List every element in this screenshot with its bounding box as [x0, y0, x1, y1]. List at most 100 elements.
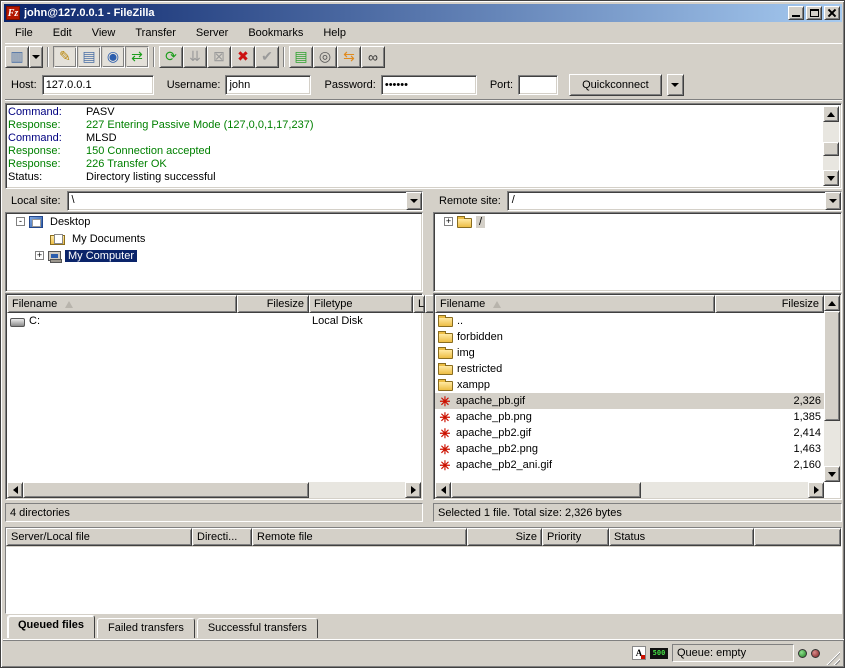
column-header-priority[interactable]: Priority — [542, 528, 609, 546]
window-title: john@127.0.0.1 - FileZilla — [24, 7, 786, 19]
menu-item-help[interactable]: Help — [313, 25, 356, 42]
close-button[interactable] — [824, 6, 840, 20]
file-size-cell: 1,463 — [715, 441, 824, 457]
menu-item-file[interactable]: File — [5, 25, 43, 42]
scrollbar-thumb[interactable] — [451, 482, 641, 498]
refresh-icon[interactable]: ⟳ — [159, 46, 183, 68]
resize-grip[interactable] — [826, 651, 840, 665]
process-queue-icon[interactable]: ⇊ — [183, 46, 207, 68]
scroll-down-icon[interactable] — [823, 170, 839, 186]
column-header-server-local-file[interactable]: Server/Local file — [6, 528, 192, 546]
find-files-icon[interactable]: ∞ — [361, 46, 385, 68]
column-header-remote-file[interactable]: Remote file — [252, 528, 467, 546]
scroll-right-icon[interactable] — [405, 482, 421, 498]
tab-queued-files[interactable]: Queued files — [7, 615, 95, 638]
image-file-icon: ✳ — [438, 443, 452, 456]
file-row[interactable]: forbidden — [435, 329, 824, 345]
local-site-combo[interactable]: \ — [67, 191, 423, 211]
speedlimit-indicator-icon: 500 — [650, 648, 668, 659]
file-row[interactable]: xampp — [435, 377, 824, 393]
scroll-left-icon[interactable] — [435, 482, 451, 498]
tree-item-desktop[interactable]: -Desktop — [6, 213, 422, 230]
tree-item--[interactable]: +/ — [434, 213, 841, 230]
minimize-button[interactable] — [788, 6, 804, 20]
file-row[interactable]: C:Local Disk — [7, 313, 421, 329]
directory-comparison-icon[interactable]: ◎ — [313, 46, 337, 68]
column-header-l[interactable]: L — [413, 295, 425, 313]
quickconnect-button[interactable]: Quickconnect — [569, 74, 662, 96]
password-label: Password: — [324, 79, 375, 91]
file-row[interactable]: ✳apache_pb2_ani.gif2,160 — [435, 457, 824, 473]
remote-site-dropdown-button[interactable] — [825, 192, 841, 210]
filter-icon[interactable]: ▤ — [289, 46, 313, 68]
column-header-filesize[interactable]: Filesize — [715, 295, 824, 313]
title-bar[interactable]: Fz john@127.0.0.1 - FileZilla — [4, 4, 842, 22]
tab-successful-transfers[interactable]: Successful transfers — [197, 618, 318, 638]
tree-expander-icon[interactable]: + — [444, 217, 453, 226]
toggle-local-tree-icon[interactable]: ▤ — [77, 46, 101, 68]
tree-item-my-computer[interactable]: +My Computer — [6, 247, 422, 264]
filezilla-window: Fz john@127.0.0.1 - FileZilla FileEditVi… — [0, 0, 845, 668]
scroll-down-icon[interactable] — [824, 466, 840, 482]
site-manager-dropdown[interactable] — [29, 46, 43, 68]
disconnect-icon[interactable]: ✖ — [231, 46, 255, 68]
cancel-operation-icon[interactable]: ⊠ — [207, 46, 231, 68]
message-log-scrollbar[interactable] — [823, 106, 839, 186]
scrollbar-thumb[interactable] — [824, 311, 840, 421]
tree-item-my-documents[interactable]: My Documents — [6, 230, 422, 247]
column-header-filetype[interactable]: Filetype — [309, 295, 413, 313]
host-input[interactable] — [42, 75, 154, 95]
tab-failed-transfers[interactable]: Failed transfers — [97, 618, 195, 638]
column-header-directi-[interactable]: Directi... — [192, 528, 252, 546]
synchronized-browsing-icon[interactable]: ⇆ — [337, 46, 361, 68]
column-header-label: Remote file — [257, 531, 313, 543]
tree-expander-icon[interactable]: - — [16, 217, 25, 226]
column-header-filename[interactable]: Filename — [7, 295, 237, 313]
scrollbar-thumb[interactable] — [23, 482, 309, 498]
local-site-dropdown-button[interactable] — [406, 192, 422, 210]
scroll-up-icon[interactable] — [824, 295, 840, 311]
menu-item-bookmarks[interactable]: Bookmarks — [238, 25, 313, 42]
quickconnect-dropdown-button[interactable] — [667, 74, 684, 96]
remote-vertical-scrollbar[interactable] — [824, 295, 840, 482]
local-list-rows: C:Local Disk — [7, 313, 421, 482]
column-header-size[interactable]: Size — [467, 528, 542, 546]
file-row[interactable]: .. — [435, 313, 824, 329]
port-input[interactable] — [518, 75, 558, 95]
username-input[interactable] — [225, 75, 311, 95]
scrollbar-thumb[interactable] — [823, 142, 839, 156]
scroll-right-icon[interactable] — [808, 482, 824, 498]
remote-horizontal-scrollbar[interactable] — [435, 482, 824, 498]
menu-item-transfer[interactable]: Transfer — [125, 25, 186, 42]
toggle-remote-tree-icon[interactable]: ◉ — [101, 46, 125, 68]
scroll-left-icon[interactable] — [7, 482, 23, 498]
scroll-up-icon[interactable] — [823, 106, 839, 122]
column-header-filesize[interactable]: Filesize — [237, 295, 309, 313]
toggle-transfer-queue-icon[interactable]: ⇄ — [125, 46, 149, 68]
password-input[interactable] — [381, 75, 477, 95]
toggle-message-log-icon[interactable]: ✎ — [53, 46, 77, 68]
file-row[interactable]: ✳apache_pb.png1,385 — [435, 409, 824, 425]
file-row[interactable]: ✳apache_pb2.png1,463 — [435, 441, 824, 457]
remote-directory-tree: +/ — [433, 212, 842, 292]
local-site-label: Local site: — [5, 195, 67, 207]
menu-item-server[interactable]: Server — [186, 25, 238, 42]
file-name: forbidden — [457, 331, 503, 343]
reconnect-icon[interactable]: ✔ — [255, 46, 279, 68]
column-header-filename[interactable]: Filename — [435, 295, 715, 313]
menu-item-view[interactable]: View — [82, 25, 126, 42]
site-manager-icon[interactable]: ▥ — [5, 46, 29, 68]
local-horizontal-scrollbar[interactable] — [7, 482, 421, 498]
maximize-button[interactable] — [806, 6, 822, 20]
minimize-icon — [792, 15, 800, 17]
column-header-label: Priority — [547, 531, 581, 543]
menu-item-edit[interactable]: Edit — [43, 25, 82, 42]
remote-site-combo[interactable]: / — [507, 191, 842, 211]
file-row[interactable]: ✳apache_pb.gif2,326 — [435, 393, 824, 409]
column-header-label: Status — [614, 531, 645, 543]
column-header-status[interactable]: Status — [609, 528, 754, 546]
file-row[interactable]: img — [435, 345, 824, 361]
file-row[interactable]: ✳apache_pb2.gif2,414 — [435, 425, 824, 441]
tree-expander-icon[interactable]: + — [35, 251, 44, 260]
file-row[interactable]: restricted — [435, 361, 824, 377]
